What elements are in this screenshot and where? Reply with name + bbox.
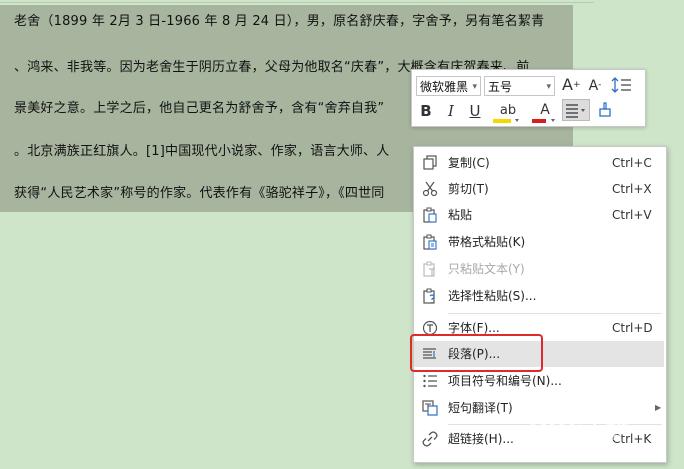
page-top-rule [0,2,594,3]
watermark-url: jingyan.baidu.com [530,432,623,443]
menu-item-label: 只粘贴文本(Y) [448,262,525,276]
translate-icon [422,400,438,416]
menu-item-label: 超链接(H)... [448,432,514,446]
font-color-label: A [540,102,550,118]
link-icon [422,431,438,447]
menu-item-paste-with-format[interactable]: 带格式粘贴(K) [414,229,664,255]
menu-item-label: 短句翻译(T) [448,401,513,415]
scissors-icon [422,181,438,197]
line-spacing-icon [611,77,631,93]
grow-font-label: A [562,75,573,94]
bold-button[interactable]: B [417,101,435,121]
menu-item-shortcut: Ctrl+X [612,182,652,196]
menu-item-shortcut: Ctrl+V [612,208,652,222]
underline-button[interactable]: U [466,101,484,121]
doc-line-5[interactable]: 获得“人民艺术家”称号的作家。代表作有《骆驼祥子》，《四世同 [14,185,384,203]
menu-item-shortcut: Ctrl+C [612,156,652,170]
doc-line-4[interactable]: 。北京满族正红旗人。[1]中国现代小说家、作家，语言大师、人 [14,143,389,161]
menu-item-paste[interactable]: 粘贴 Ctrl+V [414,202,664,228]
doc-line-1[interactable]: 老舍（1899 年 2月 3 日-1966 年 8 月 24 日），男，原名舒庆… [14,13,544,31]
menu-item-paste-special[interactable]: 选择性粘贴(S)... [414,283,664,309]
menu-item-cut[interactable]: 剪切(T) Ctrl+X [414,176,664,202]
paste-text-icon [423,261,435,277]
format-painter-icon [599,102,611,117]
doc-line-3[interactable]: 景美好之意。上学之后，他自己更名为舒舍予，含有“舍弃自我” [14,100,384,118]
menu-item-label: 复制(C) [448,156,490,170]
font-size-value: 五号 [488,80,513,94]
copy-icon [423,155,437,170]
highlight-color-bar [493,119,519,123]
mini-format-toolbar: 微软雅黑 ▾ 五号 ▾ A+ A- B I U ab A [411,69,646,127]
format-painter-button[interactable] [595,100,617,120]
line-spacing-button[interactable] [611,76,635,94]
align-icon [566,104,585,118]
paragraph-align-button[interactable] [562,99,590,121]
paste-format-icon [423,234,437,250]
chevron-down-icon: ▾ [472,82,477,92]
font-size-select[interactable]: 五号 ▾ [484,76,555,96]
shrink-font-button[interactable]: A- [586,75,604,96]
paste-icon [423,207,437,223]
font-name-select[interactable]: 微软雅黑 ▾ [416,76,481,96]
font-name-value: 微软雅黑 [420,80,469,94]
highlight-label: ab [499,103,517,118]
italic-button[interactable]: I [442,101,460,121]
menu-separator [448,313,662,314]
menu-item-label: 粘贴 [448,208,473,222]
chevron-down-icon: ▾ [546,82,551,92]
shrink-font-label: A [588,78,599,94]
menu-item-paste-text-only: 只粘贴文本(Y) [414,256,664,282]
menu-item-label: 剪切(T) [448,182,489,196]
highlight-button[interactable]: ab [492,99,524,123]
paste-special-icon [423,288,435,304]
font-color-button[interactable]: A [529,99,561,123]
plus-superscript: + [572,80,581,90]
font-color-bar [532,119,555,123]
minus-superscript: - [598,80,602,90]
highlight-annotation-box [410,334,543,372]
menu-item-copy[interactable]: 复制(C) Ctrl+C [414,150,664,176]
menu-item-label: 选择性粘贴(S)... [448,289,537,303]
grow-font-button[interactable]: A+ [562,75,581,95]
menu-item-shortcut: Ctrl+D [612,321,653,335]
chevron-right-icon: ▶ [655,403,662,412]
menu-item-label: 带格式粘贴(K) [448,235,526,249]
bullets-icon [423,374,437,388]
